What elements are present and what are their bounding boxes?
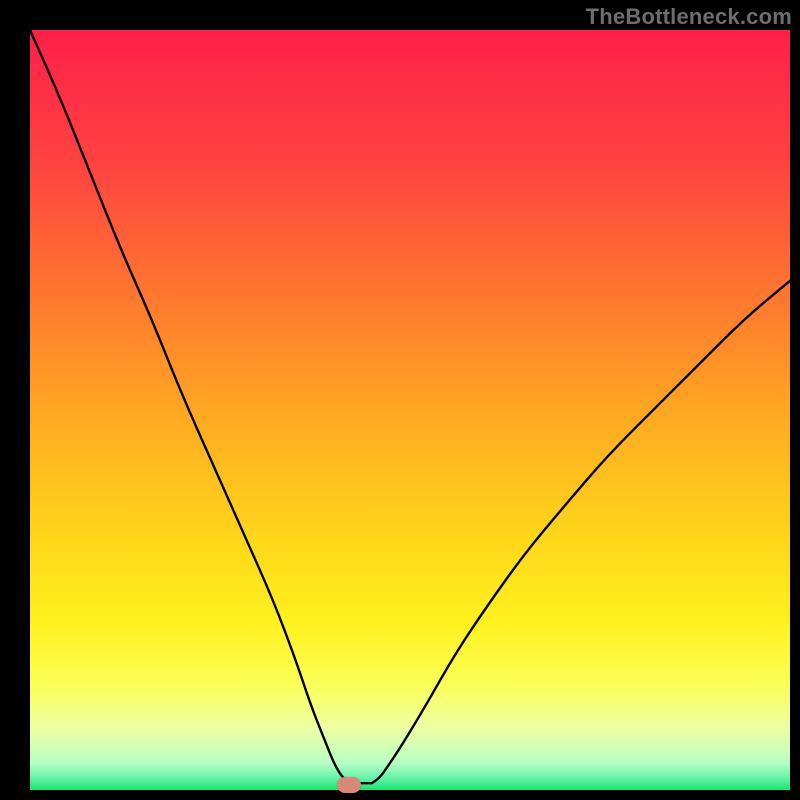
plot-area [30, 30, 790, 790]
optimal-marker [337, 777, 361, 793]
plot-svg [30, 30, 790, 790]
watermark: TheBottleneck.com [586, 4, 792, 30]
gradient-background [30, 30, 790, 790]
chart-frame: TheBottleneck.com [0, 0, 800, 800]
